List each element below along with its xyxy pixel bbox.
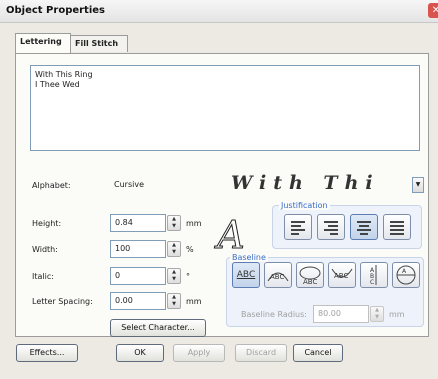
alphabet-preview: With Thi [231, 173, 380, 193]
baseline-circle-full-icon[interactable]: A [392, 262, 420, 288]
object-properties-dialog: Object Properties ✕ Lettering Fill Stitc… [0, 0, 438, 379]
letter-spacing-field[interactable]: 0.00 [110, 292, 166, 310]
lettering-text-input[interactable]: With This Ring I Thee Wed [30, 65, 420, 151]
chevron-down-icon[interactable]: ▼ [412, 177, 424, 193]
alphabet-select[interactable]: Cursive [110, 176, 230, 194]
justify-right-icon[interactable] [317, 214, 345, 240]
width-field[interactable]: 100 [110, 240, 166, 258]
width-unit: % [186, 245, 194, 254]
discard-button[interactable]: Discard [235, 344, 287, 362]
justify-left-icon[interactable] [284, 214, 312, 240]
baseline-arc-up-icon[interactable]: ABC [264, 262, 292, 288]
title-bar: Object Properties ✕ [0, 0, 438, 23]
svg-text:ABC: ABC [303, 278, 317, 286]
svg-text:ABC: ABC [270, 273, 284, 281]
baseline-circle-icon[interactable]: ABC [296, 262, 324, 288]
text-line: I Thee Wed [35, 80, 80, 89]
svg-text:C: C [370, 279, 374, 286]
baseline-radius-label: Baseline Radius: [241, 310, 307, 319]
italic-label: Italic: [32, 272, 54, 281]
letter-spacing-label: Letter Spacing: [32, 297, 93, 306]
baseline-straight-icon[interactable]: ABC [232, 262, 260, 288]
tab-lettering[interactable]: Lettering [15, 33, 71, 53]
svg-text:ABC: ABC [334, 272, 348, 280]
ok-button[interactable]: OK [116, 344, 164, 362]
baseline-radius-unit: mm [389, 310, 405, 319]
letter-spacing-unit: mm [186, 297, 202, 306]
width-label: Width: [32, 245, 58, 254]
italic-field[interactable]: 0 [110, 267, 166, 285]
cancel-button[interactable]: Cancel [293, 344, 343, 362]
width-spinner[interactable]: ▲ ▼ [167, 241, 181, 257]
height-label: Height: [32, 219, 62, 228]
select-character-button[interactable]: Select Character... [110, 319, 206, 337]
close-icon[interactable]: ✕ [428, 3, 438, 18]
justification-title: Justification [279, 201, 330, 210]
height-unit: mm [186, 219, 202, 228]
letter-spacing-spinner[interactable]: ▲ ▼ [167, 293, 181, 309]
baseline-title: Baseline [230, 253, 268, 262]
baseline-arc-down-icon[interactable]: ABC [328, 262, 356, 288]
svg-text:A: A [402, 268, 407, 275]
baseline-vertical-icon[interactable]: ABC [360, 262, 388, 288]
height-field[interactable]: 0.84 [110, 214, 166, 232]
apply-button[interactable]: Apply [173, 344, 225, 362]
baseline-radius-spinner[interactable]: ▲ ▼ [370, 306, 384, 322]
justify-full-icon[interactable] [383, 214, 411, 240]
text-line: With This Ring [35, 70, 93, 79]
effects-button[interactable]: Effects... [16, 344, 78, 362]
alphabet-label: Alphabet: [32, 181, 71, 190]
height-spinner[interactable]: ▲ ▼ [167, 215, 181, 231]
baseline-radius-field[interactable]: 80.00 [313, 305, 369, 323]
italic-a-preview-icon: A [217, 213, 245, 257]
italic-unit: ° [186, 272, 190, 281]
italic-spinner[interactable]: ▲ ▼ [167, 268, 181, 284]
justify-center-icon[interactable] [350, 214, 378, 240]
window-title: Object Properties [6, 5, 106, 16]
tab-fill-stitch[interactable]: Fill Stitch [70, 35, 128, 52]
